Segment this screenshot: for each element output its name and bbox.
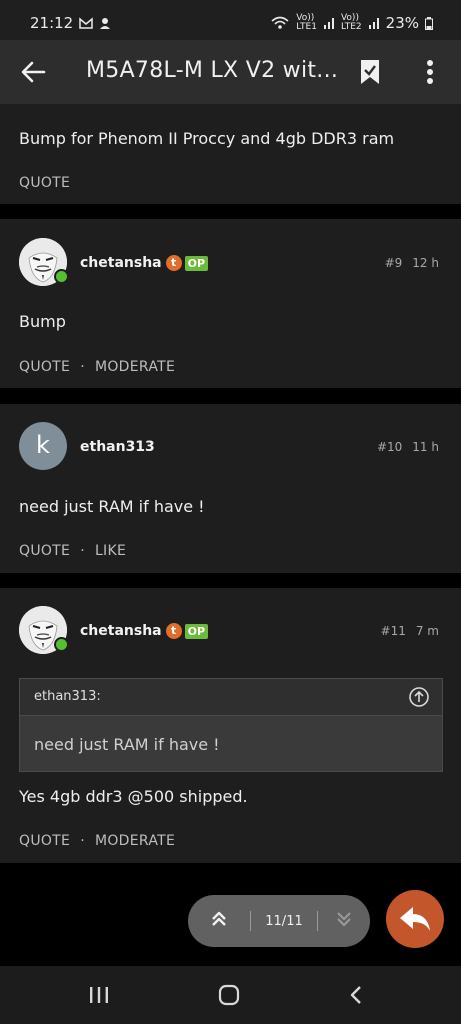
double-chevron-up-icon <box>212 911 226 926</box>
post-author[interactable]: chetansha t OP <box>80 255 209 271</box>
app-bar: M5A78L-M LX V2 wit... <box>0 40 461 104</box>
back-nav-icon[interactable] <box>348 984 364 1006</box>
avatar-letter: k <box>36 431 50 459</box>
avatar[interactable] <box>19 606 69 654</box>
status-bar: 21:12 Vo)) LTE1 Vo)) LTE2 23% <box>0 0 461 40</box>
post-meta: #10 11 h <box>377 440 439 454</box>
post-number[interactable]: #9 <box>385 256 403 270</box>
post-body: Yes 4gb ddr3 @500 shipped. <box>19 787 248 806</box>
post-author[interactable]: ethan313 <box>80 439 155 455</box>
post-item: k ethan313 #10 11 h need just RAM if have… <box>0 404 461 573</box>
signal-1-icon <box>323 18 334 29</box>
home-icon[interactable] <box>217 984 241 1006</box>
post-author[interactable]: chetansha t OP <box>80 623 209 639</box>
quote-button[interactable]: QUOTE <box>19 359 70 375</box>
post-navigation: 11/11 <box>188 895 370 947</box>
post-meta: #9 12 h <box>385 256 439 270</box>
post-counter[interactable]: 11/11 <box>251 914 317 929</box>
op-badge: OP <box>184 255 209 271</box>
jump-top-button[interactable] <box>188 911 250 931</box>
lte2-label: Vo)) LTE2 <box>340 13 362 32</box>
post-body: Bump for Phenom II Proccy and 4gb DDR3 r… <box>19 129 395 148</box>
separator-dot: · <box>80 543 85 559</box>
trust-badge: t <box>165 623 182 639</box>
quote-text: need just RAM if have ! <box>34 735 220 754</box>
separator-dot: · <box>80 359 85 375</box>
expand-quote-icon[interactable] <box>408 686 430 708</box>
username[interactable]: chetansha <box>80 623 162 639</box>
post-body: need just RAM if have ! <box>19 497 205 516</box>
avatar[interactable]: k <box>19 422 67 470</box>
username[interactable]: chetansha <box>80 255 162 271</box>
moderate-button[interactable]: MODERATE <box>95 833 175 849</box>
quote-button[interactable]: QUOTE <box>19 543 70 559</box>
trust-badge: t <box>165 255 182 271</box>
double-chevron-down-icon <box>337 912 351 926</box>
quote-author[interactable]: ethan313: <box>34 689 101 704</box>
back-arrow-icon[interactable] <box>18 58 50 86</box>
jump-bottom-button[interactable] <box>318 911 370 931</box>
post-actions: QUOTE · MODERATE <box>19 833 175 849</box>
online-indicator <box>54 637 69 652</box>
like-button[interactable]: LIKE <box>95 543 126 559</box>
quote-header: ethan313: <box>20 679 442 716</box>
post-time: 7 m <box>415 624 439 638</box>
topic-title[interactable]: M5A78L-M LX V2 wit... <box>86 58 338 83</box>
wifi-icon <box>271 16 289 29</box>
quoted-reply[interactable]: ethan313: need just RAM if have ! <box>19 678 443 772</box>
post-time: 12 h <box>412 256 439 270</box>
signal-2-icon <box>368 18 379 29</box>
post-actions: QUOTE <box>19 175 70 191</box>
post-number[interactable]: #11 <box>381 624 406 638</box>
separator-dot: · <box>80 833 85 849</box>
post-body: Bump <box>19 312 66 331</box>
lte1-label: Vo)) LTE1 <box>296 13 317 32</box>
post-actions: QUOTE · LIKE <box>19 543 126 559</box>
system-navigation-bar <box>0 966 461 1024</box>
moderate-button[interactable]: MODERATE <box>95 359 175 375</box>
post-time: 11 h <box>412 440 439 454</box>
post-item: chetansha t OP #11 7 m ethan313: need just … <box>0 588 461 863</box>
username[interactable]: ethan313 <box>80 439 155 455</box>
post-item: chetansha t OP #9 12 h Bump QUOTE · MODERAT… <box>0 219 461 388</box>
status-time: 21:12 <box>30 14 74 32</box>
more-menu-icon[interactable] <box>418 58 442 86</box>
gmail-icon <box>79 17 93 29</box>
post-meta: #11 7 m <box>381 624 439 638</box>
post-number[interactable]: #10 <box>377 440 402 454</box>
recent-apps-icon[interactable] <box>88 985 110 1005</box>
battery-icon <box>425 16 433 30</box>
battery-percent: 23% <box>385 14 419 32</box>
avatar[interactable] <box>19 238 69 286</box>
reply-button[interactable] <box>386 890 444 948</box>
online-indicator <box>54 269 69 284</box>
post-actions: QUOTE · MODERATE <box>19 359 175 375</box>
bookmark-icon[interactable] <box>358 58 382 86</box>
post-item: Bump for Phenom II Proccy and 4gb DDR3 r… <box>0 104 461 204</box>
quote-button[interactable]: QUOTE <box>19 175 70 191</box>
quote-button[interactable]: QUOTE <box>19 833 70 849</box>
reply-icon <box>400 907 430 931</box>
notification-icon <box>100 18 111 29</box>
op-badge: OP <box>184 623 209 639</box>
